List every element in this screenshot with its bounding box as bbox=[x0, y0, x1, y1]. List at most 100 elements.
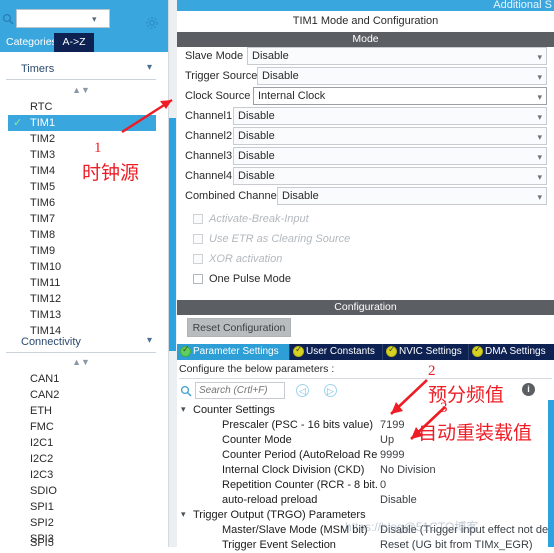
chevron-down-icon[interactable]: ▾ bbox=[92, 14, 97, 25]
ip-item-label: TIM8 bbox=[30, 229, 56, 241]
ip-item-can2[interactable]: CAN2 bbox=[8, 387, 156, 403]
chevron-down-icon: ▾ bbox=[537, 72, 542, 82]
checkbox-row-xor-activation[interactable]: XOR activation bbox=[177, 250, 554, 270]
label-trigger-source: Trigger Source bbox=[185, 70, 258, 82]
ip-item-spi5[interactable]: SPI5 bbox=[8, 535, 156, 551]
reset-configuration-button[interactable]: Reset Configuration bbox=[187, 318, 291, 337]
tab-label: Parameter Settings bbox=[193, 346, 279, 357]
tab-parameter-settings[interactable]: Parameter Settings bbox=[177, 344, 290, 360]
chevron-down-icon[interactable]: ▾ bbox=[181, 404, 186, 415]
combo-channel4[interactable]: Disable ▾ bbox=[233, 167, 547, 185]
combo-channel1[interactable]: Disable ▾ bbox=[233, 107, 547, 125]
param-value[interactable]: Reset (UG bit from TIMx_EGR) bbox=[380, 539, 533, 551]
info-icon[interactable]: i bbox=[522, 383, 535, 396]
status-ok-icon bbox=[180, 344, 191, 357]
checkbox-one-pulse-mode[interactable] bbox=[193, 274, 203, 284]
checkbox-row-activate-break-input[interactable]: Activate-Break-Input bbox=[177, 210, 554, 230]
row-slave-mode: Slave Mode Disable ▾ bbox=[177, 47, 554, 67]
ip-item-tim7[interactable]: TIM7 bbox=[8, 211, 156, 227]
tab-a-to-z[interactable]: A->Z bbox=[54, 33, 94, 52]
right-panel-toolbar: Additional S bbox=[177, 0, 554, 11]
param-name: Counter Mode bbox=[222, 434, 292, 446]
param-group-label: Trigger Output (TRGO) Parameters bbox=[193, 509, 366, 521]
chevron-down-icon: ▾ bbox=[537, 172, 542, 182]
ip-item-tim10[interactable]: TIM10 bbox=[8, 259, 156, 275]
ip-item-eth[interactable]: ETH bbox=[8, 403, 156, 419]
check-icon bbox=[13, 211, 25, 227]
tab-dma-settings[interactable]: DMA Settings bbox=[469, 344, 554, 360]
ip-item-fmc[interactable]: FMC bbox=[8, 419, 156, 435]
search-next-button[interactable]: ▷ bbox=[324, 384, 337, 397]
ip-item-tim12[interactable]: TIM12 bbox=[8, 291, 156, 307]
param-row-trigger-event-selection[interactable]: Trigger Event Selection Reset (UG bit fr… bbox=[177, 538, 554, 553]
check-icon bbox=[13, 163, 25, 179]
combo-channel2[interactable]: Disable ▾ bbox=[233, 127, 547, 145]
chevron-down-icon[interactable]: ▾ bbox=[147, 62, 152, 73]
tab-nvic-settings[interactable]: NVIC Settings bbox=[383, 344, 469, 360]
group-header-connectivity[interactable]: Connectivity ▾ bbox=[6, 333, 156, 353]
row-trigger-source: Trigger Source Disable ▾ bbox=[177, 67, 554, 87]
param-name: Prescaler (PSC - 16 bits value) bbox=[222, 419, 373, 431]
ip-item-i2c1[interactable]: I2C1 bbox=[8, 435, 156, 451]
config-scrollbar-thumb[interactable] bbox=[548, 400, 554, 547]
gear-icon[interactable] bbox=[144, 15, 160, 31]
ip-item-i2c2[interactable]: I2C2 bbox=[8, 451, 156, 467]
param-value[interactable]: 9999 bbox=[380, 449, 404, 461]
label-slave-mode: Slave Mode bbox=[185, 50, 244, 62]
parameter-search-input[interactable] bbox=[195, 382, 285, 399]
group-title-timers: Timers bbox=[21, 63, 55, 75]
checkbox-row-one-pulse-mode[interactable]: One Pulse Mode bbox=[177, 270, 554, 290]
label-combined-channels: Combined Channels bbox=[185, 190, 285, 202]
ip-item-tim8[interactable]: TIM8 bbox=[8, 227, 156, 243]
combo-channel3[interactable]: Disable ▾ bbox=[233, 147, 547, 165]
ip-item-tim6[interactable]: TIM6 bbox=[8, 195, 156, 211]
ip-item-sdio[interactable]: SDIO bbox=[8, 483, 156, 499]
ip-item-spi1[interactable]: SPI1 bbox=[8, 499, 156, 515]
connectivity-collapse-handle[interactable]: ▲▼ bbox=[6, 357, 156, 368]
ip-item-tim11[interactable]: TIM11 bbox=[8, 275, 156, 291]
checkbox-label: XOR activation bbox=[209, 253, 283, 265]
ip-item-label: I2C1 bbox=[30, 437, 54, 449]
ip-item-tim13[interactable]: TIM13 bbox=[8, 307, 156, 323]
ip-item-label: TIM10 bbox=[30, 261, 62, 273]
checkbox-label: One Pulse Mode bbox=[209, 273, 291, 285]
combo-slave-mode[interactable]: Disable ▾ bbox=[247, 47, 547, 65]
chevron-down-icon: ▾ bbox=[537, 52, 542, 62]
group-header-timers[interactable]: Timers ▾ bbox=[6, 60, 156, 80]
timers-collapse-handle[interactable]: ▲▼ bbox=[6, 85, 156, 96]
combo-trigger-source[interactable]: Disable ▾ bbox=[257, 67, 547, 85]
combo-clock-source[interactable]: Internal Clock ▾ bbox=[253, 87, 547, 105]
label-channel2: Channel2 bbox=[185, 130, 233, 142]
tab-user-constants[interactable]: User Constants bbox=[290, 344, 383, 360]
param-row-repetition-counter[interactable]: Repetition Counter (RCR - 8 bit... 0 bbox=[177, 478, 554, 493]
param-row-counter-period[interactable]: Counter Period (AutoReload Re... 9999 bbox=[177, 448, 554, 463]
checkbox-row-use-etr-clearing-source[interactable]: Use ETR as Clearing Source bbox=[177, 230, 554, 250]
combo-value: Disable bbox=[238, 110, 275, 122]
configuration-subtitle: Configure the below parameters : bbox=[179, 363, 552, 379]
ip-item-spi2[interactable]: SPI2 bbox=[8, 515, 156, 531]
search-prev-button[interactable]: ◁ bbox=[296, 384, 309, 397]
ip-item-can1[interactable]: CAN1 bbox=[8, 371, 156, 387]
ip-item-tim9[interactable]: TIM9 bbox=[8, 243, 156, 259]
chevron-down-icon[interactable]: ▾ bbox=[147, 335, 152, 346]
param-name: auto-reload preload bbox=[222, 494, 318, 506]
param-value[interactable]: Up bbox=[380, 434, 394, 446]
ip-item-label: FMC bbox=[30, 421, 54, 433]
combo-value: Disable bbox=[252, 50, 289, 62]
param-row-internal-clock-division[interactable]: Internal Clock Division (CKD) No Divisio… bbox=[177, 463, 554, 478]
param-value[interactable]: No Division bbox=[380, 464, 436, 476]
combo-value: Disable bbox=[238, 170, 275, 182]
row-channel4: Channel4 Disable ▾ bbox=[177, 167, 554, 187]
ip-tree-scrollbar-thumb[interactable] bbox=[169, 118, 176, 351]
ip-item-i2c3[interactable]: I2C3 bbox=[8, 467, 156, 483]
param-value[interactable]: 0 bbox=[380, 479, 386, 491]
ip-item-label: I2C3 bbox=[30, 469, 54, 481]
chevron-down-icon[interactable]: ▾ bbox=[181, 509, 186, 520]
combo-combined-channels[interactable]: Disable ▾ bbox=[277, 187, 547, 205]
param-row-auto-reload-preload[interactable]: auto-reload preload Disable bbox=[177, 493, 554, 508]
tab-categories[interactable]: Categories bbox=[0, 33, 57, 52]
ip-item-label: TIM5 bbox=[30, 181, 56, 193]
additional-software-label[interactable]: Additional S bbox=[493, 0, 552, 11]
param-value[interactable]: Disable bbox=[380, 494, 417, 506]
ip-item-label: TIM9 bbox=[30, 245, 56, 257]
